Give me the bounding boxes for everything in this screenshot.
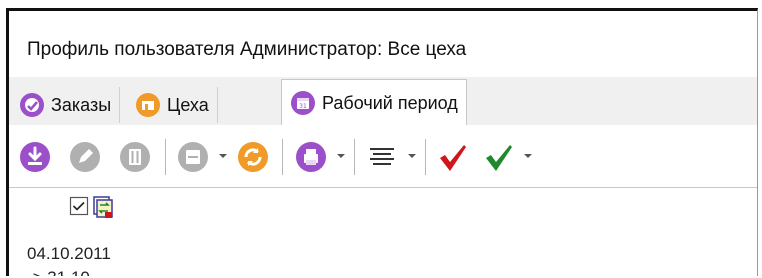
toolbar-separator xyxy=(425,139,426,175)
tab-bar: Заказы Цеха 31 Рабочий период xyxy=(9,77,757,126)
check-red-icon[interactable] xyxy=(437,141,469,173)
download-icon[interactable] xyxy=(19,141,51,173)
period-start-date: 04.10.2011 xyxy=(27,244,111,263)
check-dropdown-icon[interactable] xyxy=(523,151,533,161)
delete-icon[interactable] xyxy=(119,141,151,173)
toolbar xyxy=(9,125,757,188)
app-window: Профиль пользователя Администратор: Все … xyxy=(6,8,758,276)
calendar-icon: 31 xyxy=(291,91,315,115)
check-green-icon[interactable] xyxy=(483,141,515,173)
tab-orders-label: Заказы xyxy=(51,94,112,115)
minus-dropdown-icon[interactable] xyxy=(218,151,228,161)
toolbar-separator xyxy=(354,139,355,175)
checkbox-icon[interactable] xyxy=(69,196,89,216)
period-end-date: -> 31.10.... xyxy=(27,268,109,276)
tab-workshops-label: Цеха xyxy=(167,94,209,115)
tab-orders[interactable]: Заказы xyxy=(11,87,121,123)
workshops-icon xyxy=(136,93,160,117)
tab-workshops[interactable]: Цеха xyxy=(127,87,218,123)
tab-work-period-label: Рабочий период xyxy=(322,92,458,113)
content-area: 04.10.2011 -> 31.10.... xyxy=(9,188,757,276)
edit-icon[interactable] xyxy=(69,141,101,173)
refresh-icon[interactable] xyxy=(237,141,269,173)
align-icon[interactable] xyxy=(366,141,398,173)
toolbar-separator xyxy=(165,139,166,175)
svg-text:31: 31 xyxy=(299,103,307,110)
print-icon[interactable] xyxy=(295,141,327,173)
orders-icon xyxy=(20,93,44,117)
period-transfer-icon xyxy=(93,196,113,218)
align-dropdown-icon[interactable] xyxy=(407,151,417,161)
tab-work-period[interactable]: 31 Рабочий период xyxy=(281,79,467,126)
minus-icon[interactable] xyxy=(177,141,209,173)
print-dropdown-icon[interactable] xyxy=(336,151,346,161)
list-item[interactable] xyxy=(69,196,113,218)
window-title: Профиль пользователя Администратор: Все … xyxy=(27,39,467,60)
toolbar-separator xyxy=(282,139,283,175)
